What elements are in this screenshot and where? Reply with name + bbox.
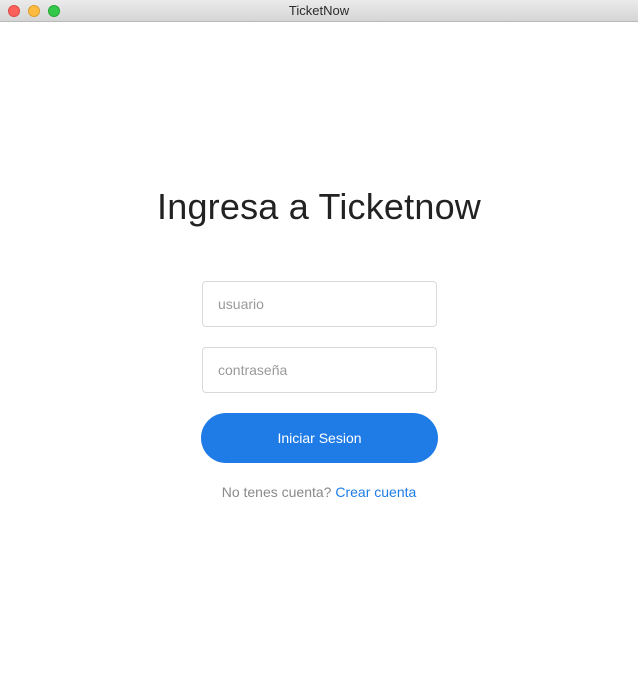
password-input[interactable] — [202, 347, 437, 393]
signup-prompt-line: No tenes cuenta? Crear cuenta — [0, 484, 638, 500]
username-input[interactable] — [202, 281, 437, 327]
signup-prompt-text: No tenes cuenta? — [221, 484, 332, 500]
create-account-link[interactable]: Crear cuenta — [335, 484, 416, 500]
login-button[interactable]: Iniciar Sesion — [201, 413, 438, 463]
window-title: TicketNow — [288, 3, 350, 18]
title-bar[interactable]: TicketNow — [0, 0, 638, 22]
app-window: TicketNow Ingresa a Ticketnow Iniciar Se… — [0, 0, 638, 684]
page-title: Ingresa a Ticketnow — [157, 186, 481, 227]
